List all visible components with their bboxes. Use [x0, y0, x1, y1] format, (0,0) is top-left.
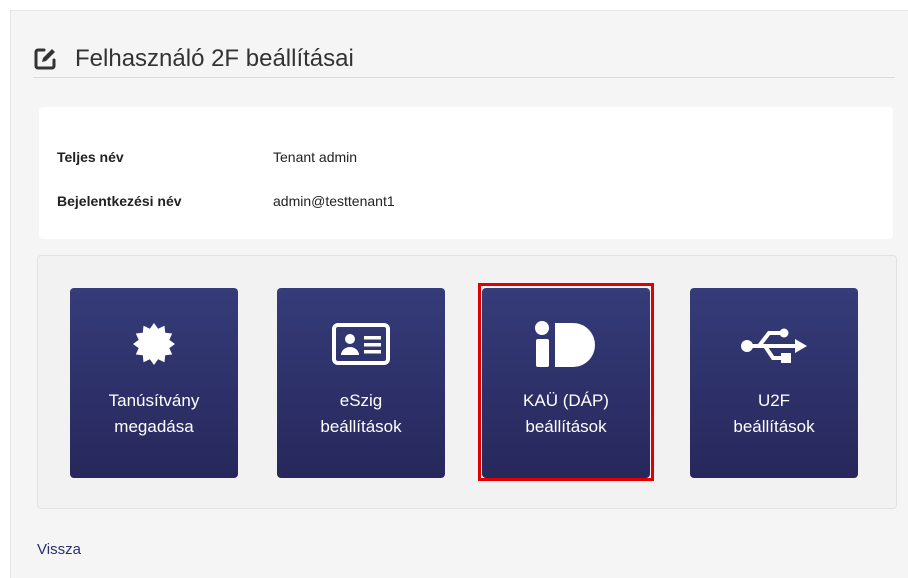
settings-panel: Felhasználó 2F beállításai Teljes név Te… [10, 10, 908, 578]
certificate-tile[interactable]: Tanúsítvány megadása [70, 288, 238, 478]
login-label: Bejelentkezési név [57, 193, 182, 209]
id-logo-icon [482, 314, 650, 374]
fullname-label: Teljes név [57, 149, 124, 165]
u2f-tile-label: U2F beállítások [733, 391, 815, 436]
login-row: Bejelentkezési név admin@testtenant1 [57, 193, 395, 209]
page-header: Felhasználó 2F beállításai [33, 41, 895, 78]
user-info-card: Teljes név Tenant admin Bejelentkezési n… [39, 107, 893, 239]
tiles-container: Tanúsítvány megadása eSzig beállítások K… [37, 255, 897, 509]
u2f-tile[interactable]: U2F beállítások [690, 288, 858, 478]
page-title: Felhasználó 2F beállításai [75, 45, 354, 72]
eszig-tile-label: eSzig beállítások [320, 391, 402, 436]
kau-tile[interactable]: KAÜ (DÁP) beállítások [482, 288, 650, 478]
usb-icon [690, 314, 858, 374]
certificate-seal-icon [70, 314, 238, 374]
eszig-tile[interactable]: eSzig beállítások [277, 288, 445, 478]
back-link[interactable]: Vissza [37, 541, 81, 558]
edit-icon [33, 46, 59, 72]
id-card-icon [277, 314, 445, 374]
fullname-value: Tenant admin [273, 149, 358, 165]
fullname-row: Teljes név Tenant admin [57, 149, 357, 165]
kau-tile-label: KAÜ (DÁP) beállítások [523, 391, 609, 436]
certificate-tile-label: Tanúsítvány megadása [108, 391, 200, 436]
login-value: admin@testtenant1 [273, 193, 395, 209]
